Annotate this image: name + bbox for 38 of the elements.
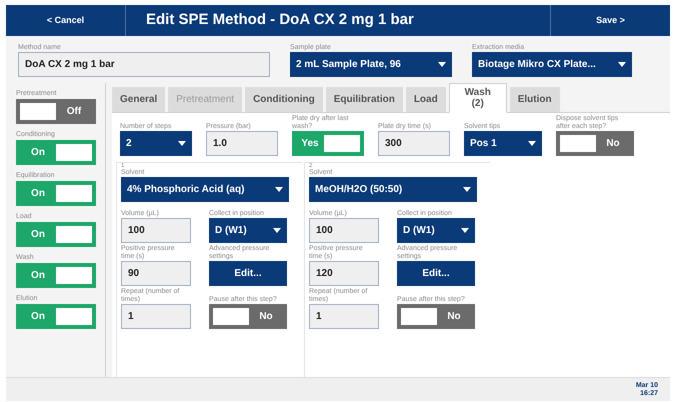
input-field[interactable]: 100	[309, 218, 379, 243]
caret-icon	[528, 141, 536, 146]
toggle-switch[interactable]: No	[209, 304, 287, 329]
dropdown[interactable]: Pos 1	[464, 131, 542, 156]
dropdown[interactable]: 2	[120, 131, 192, 156]
caret-icon	[463, 187, 471, 192]
caret-icon	[273, 228, 281, 233]
input-field[interactable]: 90	[121, 261, 191, 286]
dropdown[interactable]: 2 mL Sample Plate, 96	[290, 52, 452, 77]
caret-icon	[438, 62, 446, 67]
input-field[interactable]: 100	[121, 218, 191, 243]
tab[interactable]: General	[112, 87, 166, 112]
toggle-switch[interactable]: Off	[16, 99, 96, 124]
tab[interactable]: Elution	[510, 87, 560, 112]
toggle-switch[interactable]: No	[556, 131, 634, 156]
input-field[interactable]: 120	[309, 261, 379, 286]
edit-button[interactable]: Edit...	[397, 261, 475, 286]
dropdown[interactable]: Biotage Mikro CX Plate...	[472, 52, 632, 77]
tab[interactable]: Conditioning	[245, 87, 323, 112]
input-field[interactable]: 1	[121, 304, 191, 329]
caret-icon	[461, 228, 469, 233]
dropdown[interactable]: D (W1)	[397, 218, 475, 243]
input-field[interactable]: 300	[378, 131, 450, 156]
caret-icon	[178, 141, 186, 146]
dropdown[interactable]: MeOH/H2O (50:50)	[309, 177, 477, 202]
dropdown[interactable]: D (W1)	[209, 218, 287, 243]
tab[interactable]: Load	[406, 87, 446, 112]
input-field[interactable]: 1	[309, 304, 379, 329]
input-field[interactable]: 1.0	[206, 131, 278, 156]
dropdown[interactable]: 4% Phosphoric Acid (aq)	[121, 177, 289, 202]
caret-icon	[275, 187, 283, 192]
window-title: Edit SPE Method - DoA CX 2 mg 1 bar	[145, 10, 415, 30]
tab[interactable]: Equilibration	[326, 87, 403, 112]
edit-button[interactable]: Edit...	[209, 261, 287, 286]
input-field[interactable]: DoA CX 2 mg 1 bar	[18, 52, 270, 77]
caret-icon	[618, 62, 626, 67]
tab[interactable]: Wash (2)	[448, 83, 507, 113]
toggle-switch[interactable]: No	[397, 304, 475, 329]
